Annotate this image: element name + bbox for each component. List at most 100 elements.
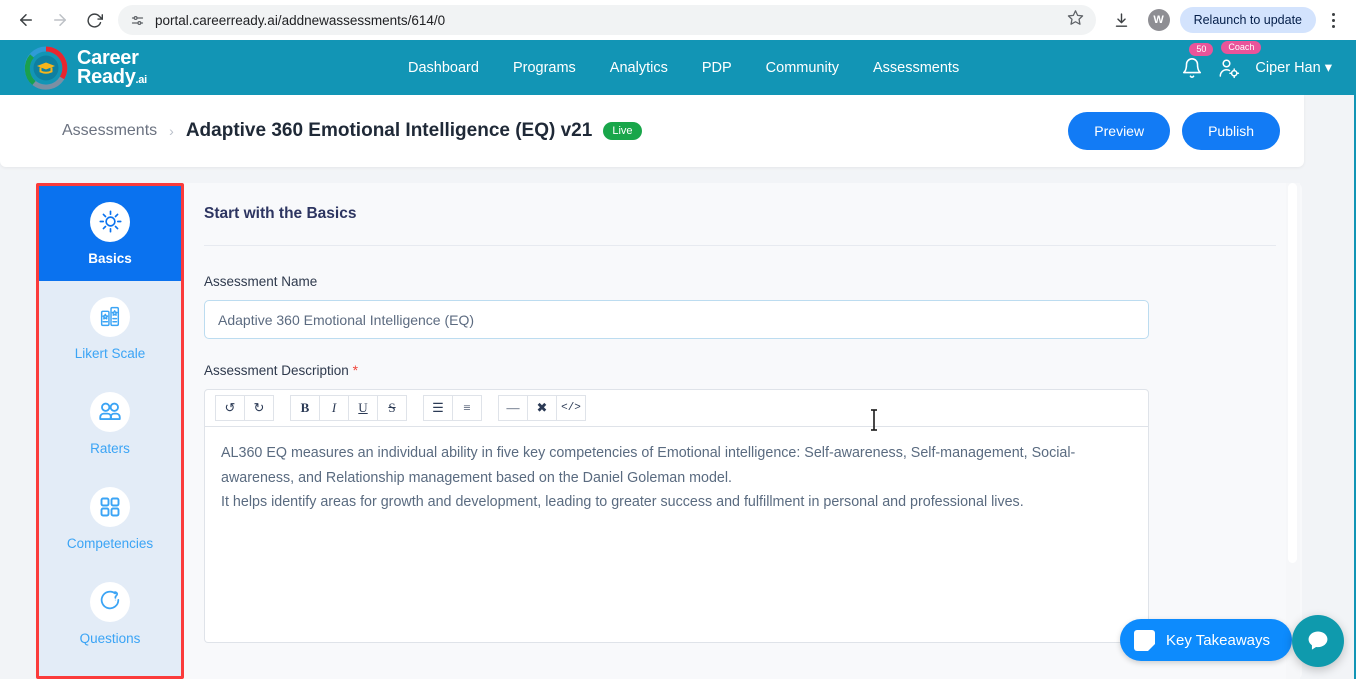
nav-item-analytics[interactable]: Analytics [610,60,668,76]
logo-wordmark: Career Ready.ai [77,49,147,87]
sidebar-item-basics[interactable]: Basics [39,186,181,281]
url-text: portal.careerready.ai/addnewassessments/… [155,13,445,28]
undo-button[interactable]: ↺ [215,395,245,421]
key-takeaways-button[interactable]: Key Takeaways [1120,619,1292,661]
misc-button-group: — ✖ </> [498,395,586,421]
italic-button[interactable]: I [319,395,349,421]
notifications-button[interactable]: 50 [1181,57,1203,79]
description-paragraph: AL360 EQ measures an individual ability … [221,441,1132,490]
redo-button[interactable]: ↻ [244,395,274,421]
page-subheader: Assessments › Adaptive 360 Emotional Int… [0,95,1304,167]
section-title: Start with the Basics [204,205,1276,223]
relaunch-to-update-button[interactable]: Relaunch to update [1180,7,1316,33]
preview-button[interactable]: Preview [1068,112,1170,150]
star-icon [1067,9,1084,26]
page-actions: Preview Publish [1068,112,1280,150]
page-title-text: Adaptive 360 Emotional Intelligence (EQ)… [186,120,593,142]
assessment-step-sidebar: Basics Likert Scale Raters Competencie [36,183,184,679]
rich-text-toolbar: ↺ ↻ B I U S ☰ ≡ [204,389,1149,427]
nav-item-assessments[interactable]: Assessments [873,60,959,76]
breadcrumb-assessments[interactable]: Assessments [62,122,157,140]
two-people-icon [90,392,130,432]
rating-cards-icon [90,297,130,337]
reload-button[interactable] [78,4,110,36]
page-scrollbar-thumb[interactable] [1288,183,1297,563]
sidebar-item-questions[interactable]: Questions [39,566,181,661]
downloads-button[interactable] [1106,4,1138,36]
grid-four-squares-icon [90,487,130,527]
bookmark-button[interactable] [1067,9,1084,31]
forward-button[interactable] [44,4,76,36]
browser-toolbar: portal.careerready.ai/addnewassessments/… [0,0,1356,40]
nav-item-programs[interactable]: Programs [513,60,576,76]
section-divider [204,245,1276,246]
nav-item-pdp[interactable]: PDP [702,60,732,76]
assessment-name-input[interactable]: Adaptive 360 Emotional Intelligence (EQ) [204,300,1149,339]
user-menu[interactable]: Ciper Han ▾ [1255,60,1332,76]
code-view-button[interactable]: </> [556,395,586,421]
underline-button[interactable]: U [348,395,378,421]
assessment-description-label: Assessment Description * [204,362,1276,378]
note-icon [1134,630,1155,651]
nav-item-community[interactable]: Community [766,60,839,76]
bold-button[interactable]: B [290,395,320,421]
browser-menu-button[interactable] [1320,5,1346,35]
chat-widget-button[interactable] [1292,615,1344,667]
publish-button[interactable]: Publish [1182,112,1280,150]
sun-settings-icon [90,202,130,242]
breadcrumb-separator-icon: › [169,123,174,139]
kebab-dot [1332,25,1335,28]
assessment-description-label-text: Assessment Description [204,363,349,378]
sidebar-item-raters[interactable]: Raters [39,376,181,471]
coach-role-button[interactable]: Coach [1217,56,1241,80]
status-badge: Live [603,122,641,140]
bell-icon [1181,57,1203,79]
page-body: Assessments › Adaptive 360 Emotional Int… [0,95,1356,679]
user-gear-icon [1217,56,1241,80]
history-button-group: ↺ ↻ [215,395,274,421]
coach-badge: Coach [1221,41,1261,55]
profile-avatar[interactable]: W [1148,9,1170,31]
notification-count-badge: 50 [1189,43,1213,57]
key-takeaways-label: Key Takeaways [1166,632,1270,649]
main-navigation: Dashboard Programs Analytics PDP Communi… [408,60,959,76]
download-icon [1113,12,1130,29]
logo-suffix: .ai [136,74,147,86]
site-settings-icon[interactable] [130,13,145,28]
app-logo[interactable]: Career Ready.ai [24,46,147,90]
logo-line-2: Ready.ai [77,68,147,87]
sidebar-item-label: Competencies [67,536,153,551]
page-title: Adaptive 360 Emotional Intelligence (EQ)… [186,120,642,142]
assessment-name-label: Assessment Name [204,274,1276,289]
user-name-label: Ciper Han [1255,60,1320,76]
strikethrough-button[interactable]: S [377,395,407,421]
chevron-down-icon: ▾ [1325,60,1332,76]
sidebar-item-label: Raters [90,441,130,456]
description-paragraph: It helps identify areas for growth and d… [221,490,1132,515]
sidebar-item-label: Basics [88,251,132,266]
text-style-button-group: B I U S [290,395,407,421]
assessment-description-editor[interactable]: AL360 EQ measures an individual ability … [204,427,1149,643]
sidebar-item-competencies[interactable]: Competencies [39,471,181,566]
reload-icon [86,12,103,29]
forward-arrow-icon [51,11,69,29]
required-marker: * [353,362,358,378]
bullet-list-button[interactable]: ☰ [423,395,453,421]
question-bubble-icon [90,582,130,622]
sidebar-item-label: Questions [80,631,141,646]
basics-form-panel: Start with the Basics Assessment Name Ad… [184,183,1302,679]
app-header: Career Ready.ai Dashboard Programs Analy… [0,40,1356,95]
horizontal-rule-button[interactable]: — [498,395,528,421]
assessment-description-field-group: Assessment Description * ↺ ↻ B I U S [204,362,1276,643]
kebab-dot [1332,19,1335,22]
list-button-group: ☰ ≡ [423,395,482,421]
page-scrollbar-track[interactable] [1286,183,1300,679]
back-button[interactable] [10,4,42,36]
clear-formatting-button[interactable]: ✖ [527,395,557,421]
numbered-list-button[interactable]: ≡ [452,395,482,421]
sidebar-item-likert-scale[interactable]: Likert Scale [39,281,181,376]
nav-item-dashboard[interactable]: Dashboard [408,60,479,76]
graduation-cap-logo-icon [24,46,68,90]
assessment-editor-card: Basics Likert Scale Raters Competencie [36,183,1302,679]
address-bar[interactable]: portal.careerready.ai/addnewassessments/… [118,5,1096,35]
